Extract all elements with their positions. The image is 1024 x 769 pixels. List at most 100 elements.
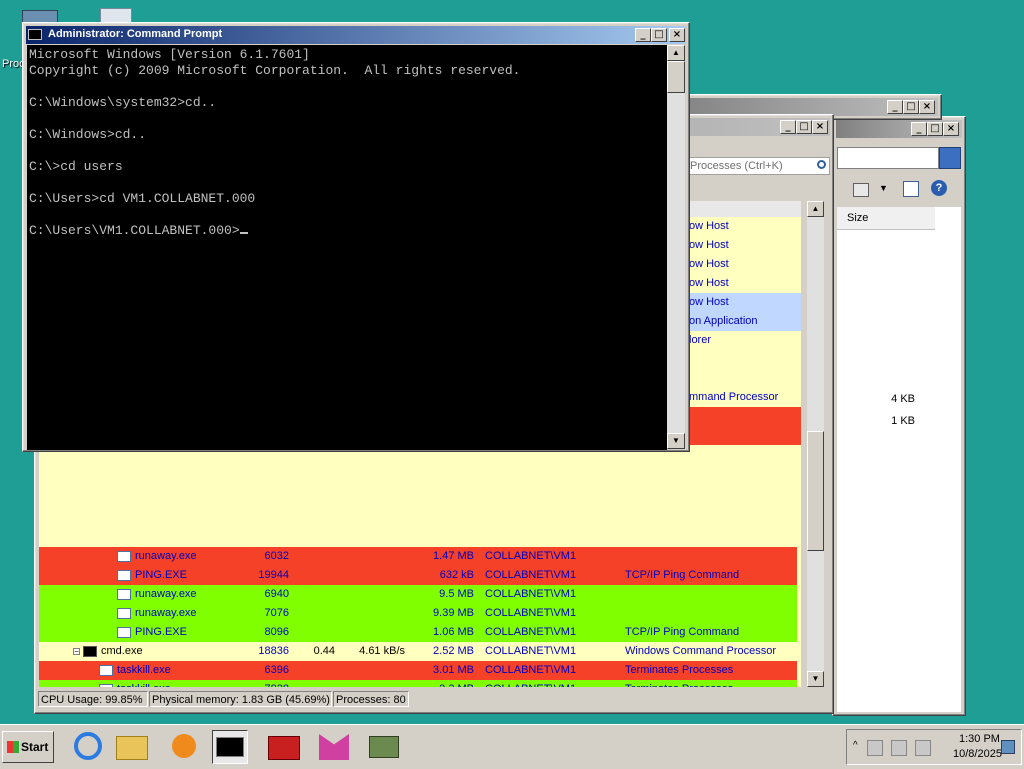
show-hidden-icons-icon[interactable]: ^: [853, 740, 858, 751]
window-title: Administrator: Command Prompt: [48, 28, 223, 40]
close-button[interactable]: ×: [669, 28, 685, 42]
media-player-icon[interactable]: [166, 730, 202, 764]
process-description: Terminates Processes: [625, 680, 733, 687]
action-center-icon[interactable]: [867, 740, 883, 756]
process-user: COLLABNET\VM1: [485, 664, 577, 676]
toolbox-icon[interactable]: [266, 730, 302, 764]
process-row[interactable]: − cmd.exe 18836 0.44 4.61 kB/s 2.52 MB COLLABN…: [39, 642, 797, 661]
process-user: COLLABNET\VM1: [485, 550, 577, 562]
scroll-up-button[interactable]: ▲: [807, 201, 824, 217]
maximize-button[interactable]: □: [903, 100, 919, 114]
process-user: COLLABNET\VM1: [485, 680, 576, 687]
process-memory: 1.47 MB: [433, 550, 474, 562]
console-line: C:\Windows>cd..: [29, 127, 147, 142]
console-scrollbar[interactable]: ▲ ▼: [667, 45, 685, 449]
preview-pane-icon[interactable]: [903, 181, 919, 197]
process-row[interactable]: taskkill.exe78282.3 MBCOLLABNET\VM1Termi…: [39, 680, 797, 687]
process-user: COLLABNET\VM1: [485, 607, 577, 619]
process-memory: 3.01 MB: [433, 664, 474, 676]
cpu-usage-status: CPU Usage: 99.85%: [38, 691, 148, 707]
process-search-input[interactable]: Processes (Ctrl+K): [687, 157, 830, 175]
console-line: C:\Windows\system32>cd..: [29, 95, 217, 110]
process-row[interactable]: runaway.exe 7076 9.39 MB COLLABNET\VM1: [39, 604, 797, 623]
scroll-thumb[interactable]: [667, 61, 685, 93]
clock-date[interactable]: 10/8/2025: [953, 748, 1002, 760]
process-row[interactable]: runaway.exe 6032 1.47 MB COLLABNET\VM1: [39, 547, 797, 566]
process-memory: 2.3 MB: [39, 680, 474, 687]
plasmafox-icon[interactable]: [316, 730, 352, 764]
view-options-icon[interactable]: [853, 183, 869, 197]
close-button[interactable]: ×: [919, 100, 935, 114]
search-icon[interactable]: [939, 147, 961, 169]
search-icon[interactable]: [817, 160, 826, 169]
process-row[interactable]: PING.EXE 19944 632 kB COLLABNET\VM1 TCP/IP P…: [39, 566, 797, 585]
chevron-down-icon[interactable]: ▼: [879, 183, 888, 193]
process-row[interactable]: runaway.exe 6940 9.5 MB COLLABNET\VM1: [39, 585, 797, 604]
minimize-button[interactable]: _: [887, 100, 903, 114]
taskbar: Start ^ 1:30 PM 10/8/2025: [0, 724, 1024, 769]
volume-icon[interactable]: [915, 740, 931, 756]
clock-time[interactable]: 1:30 PM: [959, 733, 1000, 745]
scroll-down-button[interactable]: ▼: [667, 433, 685, 449]
start-label: Start: [21, 740, 49, 754]
process-description: ow Host: [689, 296, 729, 308]
command-prompt-taskbar-button[interactable]: [212, 730, 248, 764]
maximize-button[interactable]: □: [651, 28, 667, 42]
process-description: ow Host: [689, 258, 729, 270]
maximize-button[interactable]: □: [796, 120, 812, 134]
cmd-icon: [28, 29, 42, 40]
size-column-header[interactable]: Size: [837, 207, 935, 230]
process-description: ow Host: [689, 277, 729, 289]
start-button[interactable]: Start: [2, 731, 54, 763]
minimize-button[interactable]: _: [780, 120, 796, 134]
minimize-button[interactable]: _: [635, 28, 651, 42]
console-output[interactable]: Microsoft Windows [Version 6.1.7601] Copy…: [27, 45, 667, 450]
process-memory: 9.5 MB: [439, 588, 474, 600]
search-placeholder: Processes (Ctrl+K): [690, 160, 783, 172]
process-description: TCP/IP Ping Command: [625, 569, 740, 581]
file-list[interactable]: [837, 207, 961, 712]
process-description: Windows Command Processor: [625, 645, 776, 657]
command-prompt-titlebar[interactable]: Administrator: Command Prompt: [26, 26, 686, 44]
help-icon[interactable]: ?: [931, 180, 947, 196]
command-prompt-window[interactable]: Administrator: Command Prompt _ □ × Micr…: [22, 22, 690, 452]
process-memory: 2.52 MB: [433, 645, 474, 657]
process-memory: 9.39 MB: [433, 607, 474, 619]
explorer-window[interactable]: _ □ × ▼ ? Size 4 KB 1 KB: [832, 116, 966, 716]
text-cursor: [239, 232, 248, 234]
network-icon[interactable]: [891, 740, 907, 756]
scroll-thumb[interactable]: [807, 431, 824, 551]
process-row[interactable]: taskkill.exe 6396 3.01 MB COLLABNET\VM1 Term…: [39, 661, 797, 680]
address-bar[interactable]: [837, 147, 939, 169]
console-line: Microsoft Windows [Version 6.1.7601]: [29, 47, 310, 62]
file-explorer-icon[interactable]: [114, 730, 150, 764]
console-line: C:\>cd users: [29, 159, 123, 174]
minimize-button[interactable]: _: [911, 122, 927, 136]
system-tray: ^ 1:30 PM 10/8/2025: [846, 729, 1022, 765]
process-user: COLLABNET\VM1: [485, 569, 577, 581]
process-description: lorer: [689, 334, 712, 346]
close-button[interactable]: ×: [812, 120, 828, 134]
process-list-scrollbar[interactable]: ▲ ▼: [807, 201, 824, 687]
scroll-down-button[interactable]: ▼: [807, 671, 824, 687]
process-description: on Application: [689, 315, 758, 327]
scroll-up-button[interactable]: ▲: [667, 45, 685, 61]
maximize-button[interactable]: □: [927, 122, 943, 136]
close-button[interactable]: ×: [943, 122, 959, 136]
process-row[interactable]: PING.EXE 8096 1.06 MB COLLABNET\VM1 TCP/IP P…: [39, 623, 797, 642]
internet-explorer-icon[interactable]: [70, 730, 106, 764]
console-line: C:\Users\VM1.COLLABNET.000>: [29, 223, 667, 239]
process-user: COLLABNET\VM1: [485, 588, 577, 600]
process-description: TCP/IP Ping Command: [625, 626, 740, 638]
process-memory: 632 kB: [439, 569, 474, 581]
console-prompt: C:\Users\VM1.COLLABNET.000>: [29, 223, 240, 238]
console-line: C:\Users>cd VM1.COLLABNET.000: [29, 191, 256, 206]
process-explorer-taskbar-icon[interactable]: [366, 730, 402, 764]
process-description: ow Host: [689, 220, 729, 232]
show-desktop-icon[interactable]: [1001, 740, 1015, 754]
